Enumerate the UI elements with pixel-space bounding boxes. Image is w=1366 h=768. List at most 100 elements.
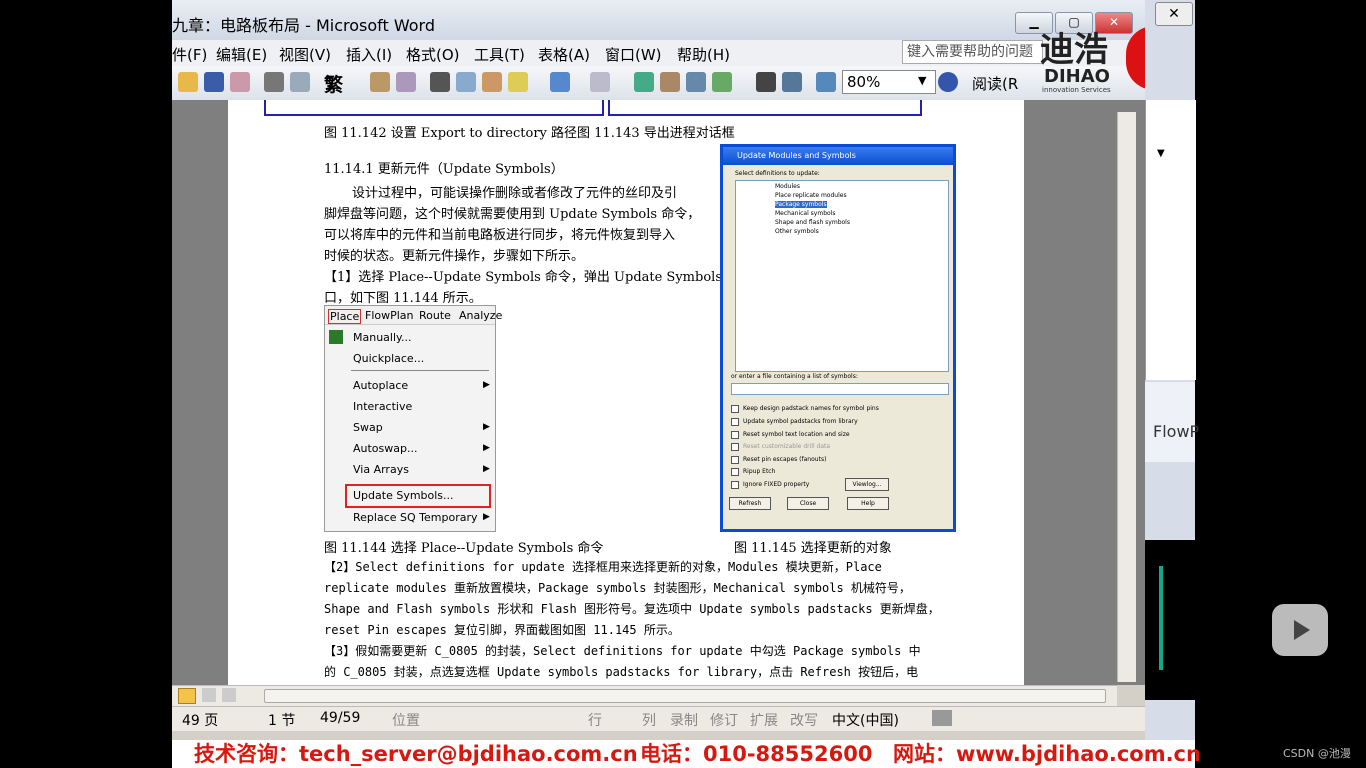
help-search-input[interactable]: 键入需要帮助的问题	[902, 40, 1043, 64]
menu-insert[interactable]: 插入(I)	[346, 44, 392, 65]
horizontal-scroll-thumb[interactable]	[264, 689, 1106, 703]
option-label: Reset symbol text location and size	[743, 431, 850, 438]
status-ext[interactable]: 扩展	[750, 710, 778, 730]
research-icon[interactable]	[396, 72, 416, 92]
option-label: Ripup Etch	[743, 468, 776, 475]
status-col: 列	[642, 713, 656, 729]
status-section: 1 节	[268, 713, 296, 729]
para1-line: 设计过程中，可能误操作删除或者修改了元件的丝印及引	[352, 186, 678, 201]
pcb-trace	[1159, 566, 1163, 670]
submenu-arrow-icon: ▶	[483, 380, 490, 390]
horizontal-scrollbar[interactable]	[172, 685, 1117, 706]
menu-view[interactable]: 视图(V)	[279, 44, 331, 65]
tree-item: Package symbols	[775, 201, 827, 208]
outer-close-button[interactable]: ✕	[1155, 2, 1193, 26]
menu-help[interactable]: 帮助(H)	[677, 44, 730, 65]
menu-edit[interactable]: 编辑(E)	[216, 44, 267, 65]
tree-item: Modules	[775, 183, 800, 190]
tree-item: Place replicate modules	[775, 192, 847, 199]
insert-table-icon[interactable]	[686, 72, 706, 92]
submenu-arrow-icon: ▶	[483, 464, 490, 474]
status-bar	[172, 706, 1145, 731]
submenu-arrow-icon: ▶	[483, 512, 490, 522]
vertical-scrollbar[interactable]	[1117, 112, 1136, 682]
place-menu-item: Interactive	[353, 400, 413, 413]
figure-142-edge	[264, 100, 604, 116]
word-window: 九章：电路板布局 - Microsoft Word ▁ ▢ ✕ 件(F) 编辑(…	[172, 0, 1145, 740]
print-preview-icon[interactable]	[290, 72, 310, 92]
chevron-down-icon[interactable]: ▼	[1157, 148, 1165, 159]
refresh-button: Refresh	[729, 497, 771, 510]
tree-item: Other symbols	[775, 228, 819, 235]
redo-icon[interactable]	[590, 72, 610, 92]
step2-line: 【2】Select definitions for update 选择框用来选择…	[324, 560, 882, 574]
dialog-select-label: Select definitions to update:	[735, 170, 820, 177]
figure-144-caption: 图 11.144 选择 Place--Update Symbols 命令	[324, 541, 604, 556]
place-menu-item: Quickplace...	[353, 352, 425, 365]
spelling-status-icon[interactable]	[932, 710, 952, 726]
paste-icon[interactable]	[482, 72, 502, 92]
place-menu-item: Manually...	[353, 331, 412, 344]
step2-line: reset Pin escapes 复位引脚，界面截图如图 11.145 所示。	[324, 623, 680, 637]
hyperlink-icon[interactable]	[634, 72, 654, 92]
traditional-chinese-icon[interactable]: 繁	[324, 70, 343, 97]
spelling-icon[interactable]	[370, 72, 390, 92]
status-line: 行	[588, 713, 602, 729]
dialog-close-button: Close	[787, 497, 829, 510]
menu-format[interactable]: 格式(O)	[406, 44, 460, 65]
place-menu-item-update-symbols: Update Symbols...	[353, 489, 454, 502]
step2-line: Shape and Flash symbols 形状和 Flash 图形符号。复…	[324, 602, 940, 616]
option-label: Keep design padstack names for symbol pi…	[743, 405, 879, 412]
print-view-icon[interactable]	[222, 688, 236, 702]
option-label: Update symbol padstacks from library	[743, 418, 858, 425]
step2-line: replicate modules 重新放置模块，Package symbols…	[324, 581, 911, 595]
chevron-down-icon[interactable]: ▼	[918, 74, 926, 87]
document-page[interactable]: 图 11.142 设置 Export to directory 路径图 11.1…	[228, 100, 1024, 685]
footer-site: 网站：www.bjdihao.com.cn	[893, 742, 1201, 766]
logo-tagline: innovation Services	[1042, 86, 1111, 94]
menu-window[interactable]: 窗口(W)	[605, 44, 662, 65]
status-pages: 49/59	[320, 710, 361, 726]
update-symbols-dialog-screenshot: Update Modules and Symbols Select defini…	[720, 144, 956, 532]
drawing-icon[interactable]	[782, 72, 802, 92]
menu-file[interactable]: 件(F)	[172, 44, 207, 65]
background-app: ▼ FlowP	[1145, 0, 1199, 740]
document-map-icon[interactable]	[816, 72, 836, 92]
status-language: 中文(中国)	[832, 713, 899, 729]
menu-table[interactable]: 表格(A)	[538, 44, 590, 65]
cut-icon[interactable]	[430, 72, 450, 92]
para1-line: 脚焊盘等问题，这个时候就需要使用到 Update Symbols 命令，	[324, 207, 701, 222]
columns-icon[interactable]	[756, 72, 776, 92]
place-menu-item: Replace SQ Temporary	[353, 511, 478, 524]
para1-line: 时候的状态。更新元件操作，步骤如下所示。	[324, 249, 585, 264]
menu-tools[interactable]: 工具(T)	[474, 44, 525, 65]
tables-borders-icon[interactable]	[660, 72, 680, 92]
insert-excel-icon[interactable]	[712, 72, 732, 92]
save-icon[interactable]	[204, 72, 224, 92]
web-view-icon[interactable]	[202, 688, 216, 702]
step1-line: 口，如下图 11.144 所示。	[324, 291, 482, 306]
status-rec[interactable]: 录制	[670, 710, 698, 730]
place-menu-bar-item: FlowPlan	[365, 309, 414, 322]
option-label: Reset pin escapes (fanouts)	[743, 456, 827, 463]
place-menu-item: Autoplace	[353, 379, 409, 392]
watermark: CSDN @池漫	[1283, 747, 1351, 760]
play-button[interactable]	[1272, 604, 1328, 656]
help-icon[interactable]	[938, 72, 958, 92]
status-trk[interactable]: 修订	[710, 710, 738, 730]
print-icon[interactable]	[264, 72, 284, 92]
title-bar: 九章：电路板布局 - Microsoft Word ▁ ▢ ✕	[172, 0, 1145, 40]
normal-view-icon[interactable]	[178, 688, 196, 704]
place-menu-item: Swap	[353, 421, 383, 434]
help-button: Help	[847, 497, 889, 510]
play-icon	[1294, 620, 1310, 640]
copy-icon[interactable]	[456, 72, 476, 92]
undo-icon[interactable]	[550, 72, 570, 92]
read-button[interactable]: 阅读(R	[972, 73, 1018, 94]
format-painter-icon[interactable]	[508, 72, 528, 92]
status-ovr[interactable]: 改写	[790, 710, 818, 730]
para1-line: 可以将库中的元件和当前电路板进行同步，将元件恢复到导入	[324, 228, 676, 243]
permission-icon[interactable]	[230, 72, 250, 92]
status-position: 位置	[392, 713, 420, 729]
open-icon[interactable]	[178, 72, 198, 92]
